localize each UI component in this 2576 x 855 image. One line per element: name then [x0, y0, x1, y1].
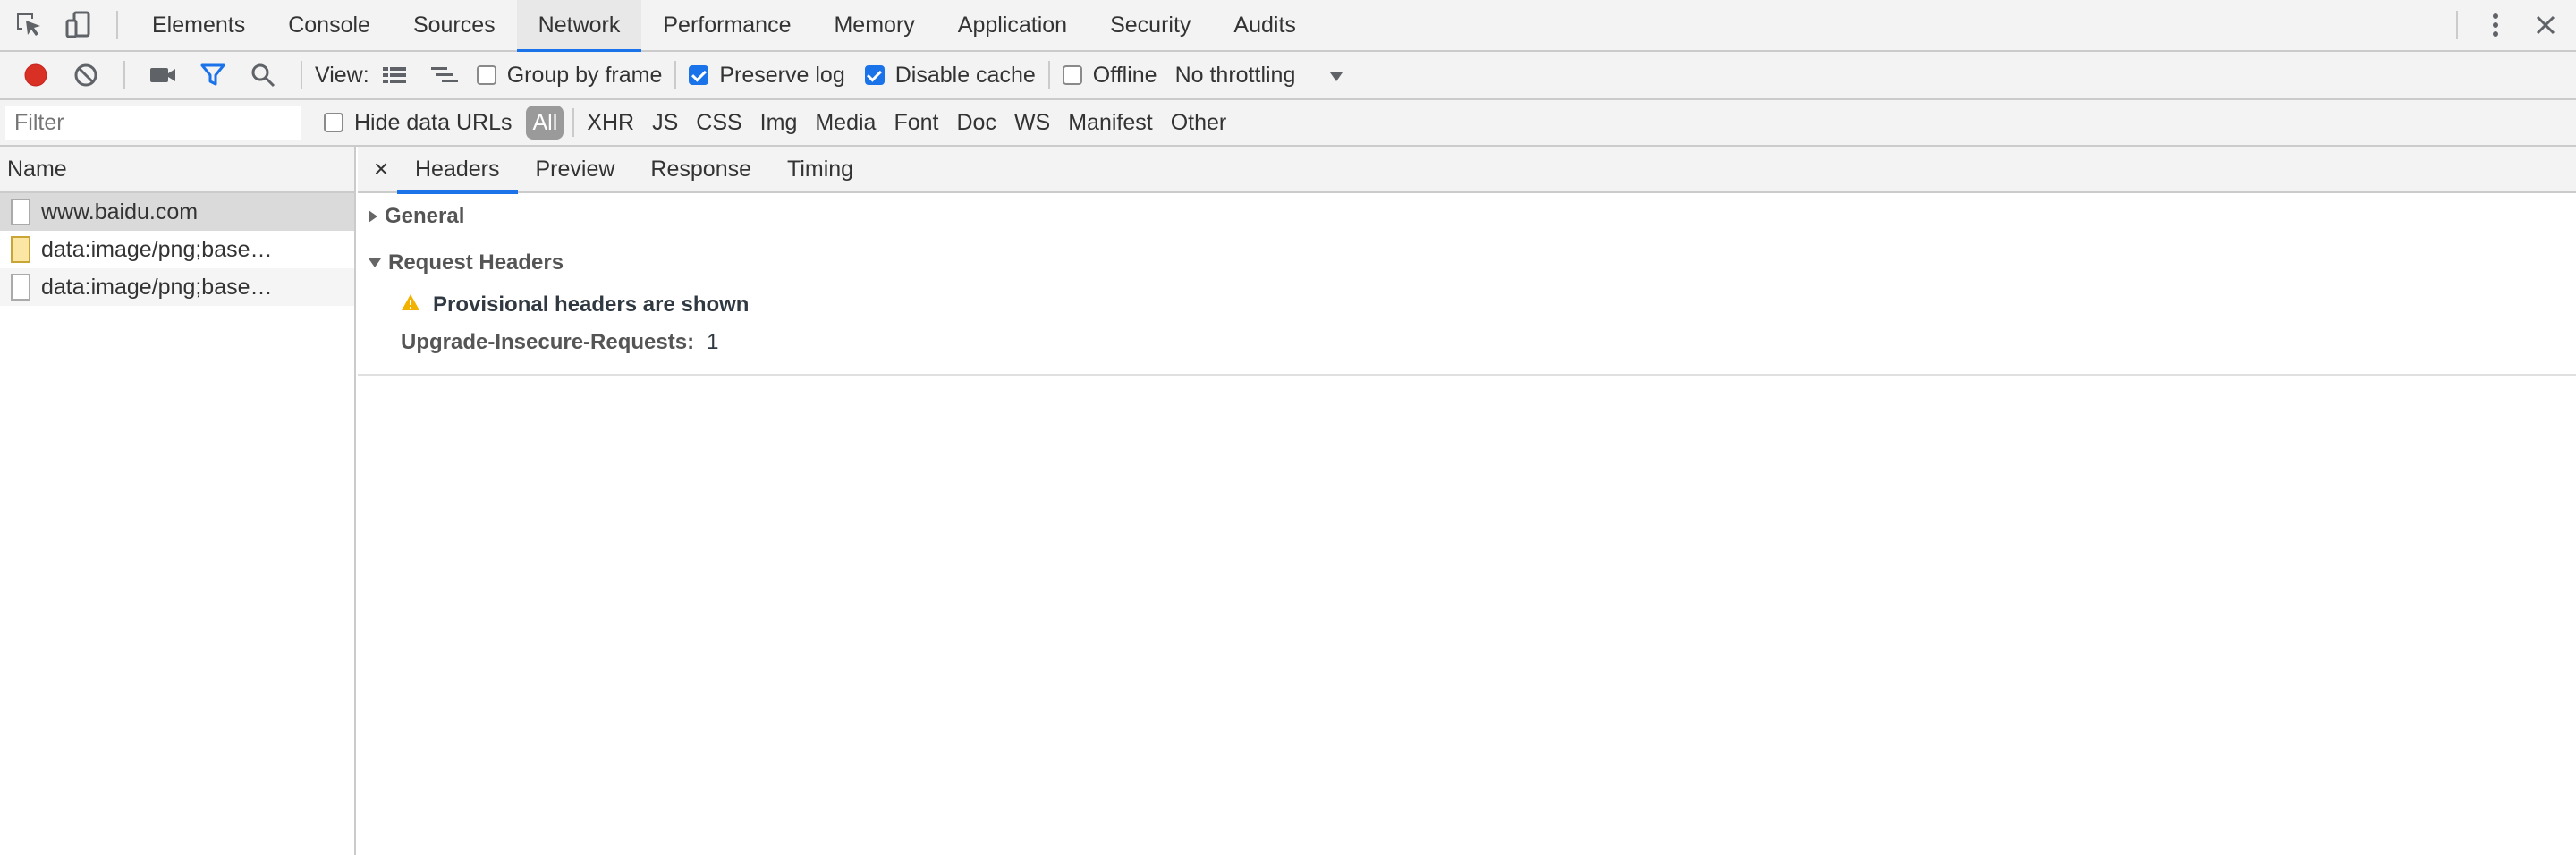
throttling-select[interactable]: No throttling	[1175, 63, 1344, 89]
tab-timing[interactable]: Timing	[769, 146, 871, 192]
toolbar-divider	[2456, 11, 2458, 39]
request-name: www.baidu.com	[41, 199, 199, 224]
offline-label: Offline	[1092, 62, 1157, 88]
name-column-header[interactable]: Name	[0, 147, 354, 193]
document-icon	[11, 199, 30, 225]
clear-icon[interactable]	[61, 50, 111, 100]
provisional-warning: Provisional headers are shown	[358, 286, 2576, 324]
tab-headers[interactable]: Headers	[397, 146, 518, 194]
preserve-log-toggle[interactable]: Preserve log	[689, 62, 845, 89]
filter-icon[interactable]	[188, 50, 238, 100]
more-icon[interactable]	[2470, 0, 2521, 50]
request-headers-section[interactable]: Request Headers	[358, 240, 2576, 286]
toolbar-divider	[301, 61, 302, 89]
request-details: × Headers Preview Response Timing Genera…	[358, 147, 2576, 855]
hide-data-urls-label: Hide data URLs	[354, 109, 513, 135]
section-divider	[358, 374, 2576, 376]
tab-preview[interactable]: Preview	[518, 146, 633, 192]
inspect-icon[interactable]	[4, 0, 54, 50]
dropdown-arrow-icon	[1329, 63, 1343, 89]
request-name: data:image/png;base…	[41, 274, 273, 300]
tab-security[interactable]: Security	[1089, 0, 1212, 51]
hide-data-urls-checkbox[interactable]	[324, 113, 343, 132]
group-by-frame-label: Group by frame	[506, 62, 663, 88]
close-icon[interactable]	[2521, 0, 2571, 50]
filter-type-css[interactable]: CSS	[687, 106, 750, 140]
warning-icon	[401, 292, 420, 317]
disable-cache-checkbox[interactable]	[864, 65, 885, 85]
filter-divider	[572, 108, 575, 137]
image-file-icon	[11, 274, 30, 301]
filter-type-media[interactable]: Media	[806, 106, 885, 140]
throttling-value: No throttling	[1174, 62, 1296, 88]
filter-bar: Hide data URLs All XHR JS CSS Img Media …	[0, 100, 2576, 147]
close-details-icon[interactable]: ×	[369, 146, 394, 192]
preserve-log-checkbox[interactable]	[689, 65, 709, 85]
filter-type-img[interactable]: Img	[751, 106, 807, 140]
provisional-text: Provisional headers are shown	[433, 292, 750, 317]
filter-type-doc[interactable]: Doc	[947, 106, 1004, 140]
group-by-frame-checkbox[interactable]	[476, 65, 496, 85]
toolbar-divider	[1047, 61, 1050, 89]
header-name: Upgrade-Insecure-Requests:	[401, 330, 695, 354]
preserve-log-label: Preserve log	[719, 62, 845, 88]
tab-audits[interactable]: Audits	[1212, 0, 1317, 51]
list-view-icon[interactable]	[369, 50, 419, 100]
details-tab-bar: × Headers Preview Response Timing	[358, 146, 2576, 194]
request-row[interactable]: data:image/png;base…	[0, 231, 354, 268]
tab-response[interactable]: Response	[632, 146, 769, 192]
filter-type-font[interactable]: Font	[885, 106, 947, 140]
toolbar-divider	[674, 61, 677, 89]
image-file-icon	[11, 236, 30, 263]
offline-toggle[interactable]: Offline	[1062, 62, 1157, 89]
filter-type-all[interactable]: All	[526, 106, 564, 140]
search-icon[interactable]	[238, 50, 288, 100]
header-row: Upgrade-Insecure-Requests: 1	[358, 324, 2576, 361]
filter-type-manifest[interactable]: Manifest	[1059, 106, 1161, 140]
group-by-frame-toggle[interactable]: Group by frame	[476, 62, 663, 89]
devtools-tab-bar: Elements Console Sources Network Perform…	[0, 0, 2576, 53]
request-name: data:image/png;base…	[41, 236, 273, 262]
filter-type-other[interactable]: Other	[1162, 106, 1236, 140]
tab-elements[interactable]: Elements	[131, 0, 267, 51]
tab-performance[interactable]: Performance	[641, 0, 812, 51]
tab-console[interactable]: Console	[267, 0, 392, 51]
record-icon[interactable]	[11, 50, 61, 100]
filter-type-ws[interactable]: WS	[1005, 106, 1059, 140]
toolbar-divider	[123, 61, 125, 89]
filter-input[interactable]	[5, 106, 301, 140]
camera-icon[interactable]	[138, 50, 188, 100]
request-headers-label: Request Headers	[388, 250, 564, 275]
offline-checkbox[interactable]	[1062, 65, 1082, 85]
request-row[interactable]: www.baidu.com	[0, 193, 354, 231]
tab-network[interactable]: Network	[516, 0, 642, 53]
hide-data-urls-toggle[interactable]: Hide data URLs	[324, 110, 512, 136]
collapse-arrow-icon	[369, 258, 381, 267]
toolbar-divider	[116, 11, 118, 39]
filter-type-xhr[interactable]: XHR	[578, 106, 643, 140]
header-value: 1	[707, 330, 719, 354]
network-toolbar: View: Group by frame Preserve log Disabl…	[0, 52, 2576, 100]
view-label: View:	[315, 62, 369, 88]
disable-cache-label: Disable cache	[894, 62, 1036, 88]
device-icon[interactable]	[54, 0, 104, 50]
tab-sources[interactable]: Sources	[392, 0, 517, 51]
tab-application[interactable]: Application	[936, 0, 1089, 51]
general-label: General	[385, 204, 465, 228]
waterfall-view-icon[interactable]	[419, 50, 470, 100]
request-list: Name www.baidu.com data:image/png;base… …	[0, 147, 356, 855]
filter-type-js[interactable]: JS	[643, 106, 687, 140]
request-row[interactable]: data:image/png;base…	[0, 268, 354, 306]
tab-memory[interactable]: Memory	[812, 0, 936, 51]
disable-cache-toggle[interactable]: Disable cache	[864, 62, 1036, 89]
general-section[interactable]: General	[358, 193, 2576, 240]
expand-arrow-icon	[369, 210, 377, 223]
